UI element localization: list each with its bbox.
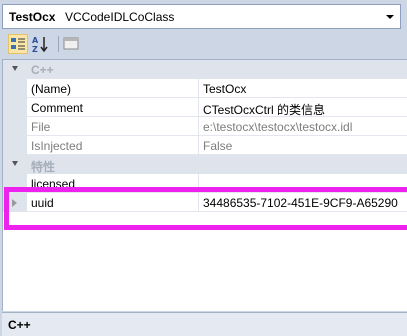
object-name: TestOcx xyxy=(9,10,56,24)
property-row-uuid[interactable]: uuid 34486535-7102-451E-9CF9-A65290 xyxy=(3,193,407,212)
property-value[interactable] xyxy=(199,174,407,193)
property-row-name[interactable]: (Name) TestOcx xyxy=(3,79,407,98)
property-row-comment[interactable]: Comment CTestOcxCtrl 的类信息 xyxy=(3,98,407,117)
property-toolbar: A Z xyxy=(2,32,401,56)
property-value[interactable]: e:\testocx\testocx\testocx.idl xyxy=(199,117,407,136)
property-value[interactable]: CTestOcxCtrl 的类信息 xyxy=(199,98,407,117)
description-pane: C++ xyxy=(2,312,407,336)
row-gutter xyxy=(3,174,27,193)
row-gutter xyxy=(3,117,27,136)
chevron-down-icon[interactable] xyxy=(386,15,394,19)
property-value[interactable]: 34486535-7102-451E-9CF9-A65290 xyxy=(199,193,407,212)
toolbar-separator xyxy=(58,36,59,52)
object-type: VCCodeIDLCoClass xyxy=(65,10,175,24)
property-name: IsInjected xyxy=(27,136,199,155)
row-gutter xyxy=(3,136,27,155)
category-label: C++ xyxy=(31,63,54,77)
categorized-icon xyxy=(11,38,25,50)
row-gutter xyxy=(3,79,27,98)
category-cpp[interactable]: C++ xyxy=(3,60,407,79)
category-label: 特性 xyxy=(31,160,56,174)
property-pages-icon xyxy=(63,37,79,50)
property-name: (Name) xyxy=(27,79,199,98)
svg-text:A: A xyxy=(32,36,39,45)
property-name: uuid xyxy=(27,193,199,212)
collapse-icon[interactable] xyxy=(12,66,18,71)
property-value[interactable]: TestOcx xyxy=(199,79,407,98)
property-name: File xyxy=(27,117,199,136)
property-name: licensed xyxy=(27,174,199,193)
property-row-licensed[interactable]: licensed xyxy=(3,174,407,193)
categorized-button[interactable] xyxy=(8,34,28,54)
property-row-file[interactable]: File e:\testocx\testocx\testocx.idl xyxy=(3,117,407,136)
expand-icon[interactable] xyxy=(12,199,17,207)
alphabetical-button[interactable]: A Z xyxy=(30,34,50,54)
description-title: C++ xyxy=(8,318,31,332)
svg-text:Z: Z xyxy=(32,45,38,54)
object-selector-dropdown[interactable]: TestOcx VCCodeIDLCoClass xyxy=(2,4,401,29)
property-pages-button[interactable] xyxy=(62,34,82,54)
alphabetical-sort-icon: A Z xyxy=(32,36,48,54)
category-features[interactable]: 特性 xyxy=(3,155,407,174)
property-grid: C++ (Name) TestOcx Comment CTestOcxCtrl … xyxy=(2,59,407,311)
property-value[interactable]: False xyxy=(199,136,407,155)
property-name: Comment xyxy=(27,98,199,117)
property-row-isinjected[interactable]: IsInjected False xyxy=(3,136,407,155)
collapse-icon[interactable] xyxy=(12,161,18,166)
row-gutter xyxy=(3,193,27,212)
row-gutter xyxy=(3,98,27,117)
